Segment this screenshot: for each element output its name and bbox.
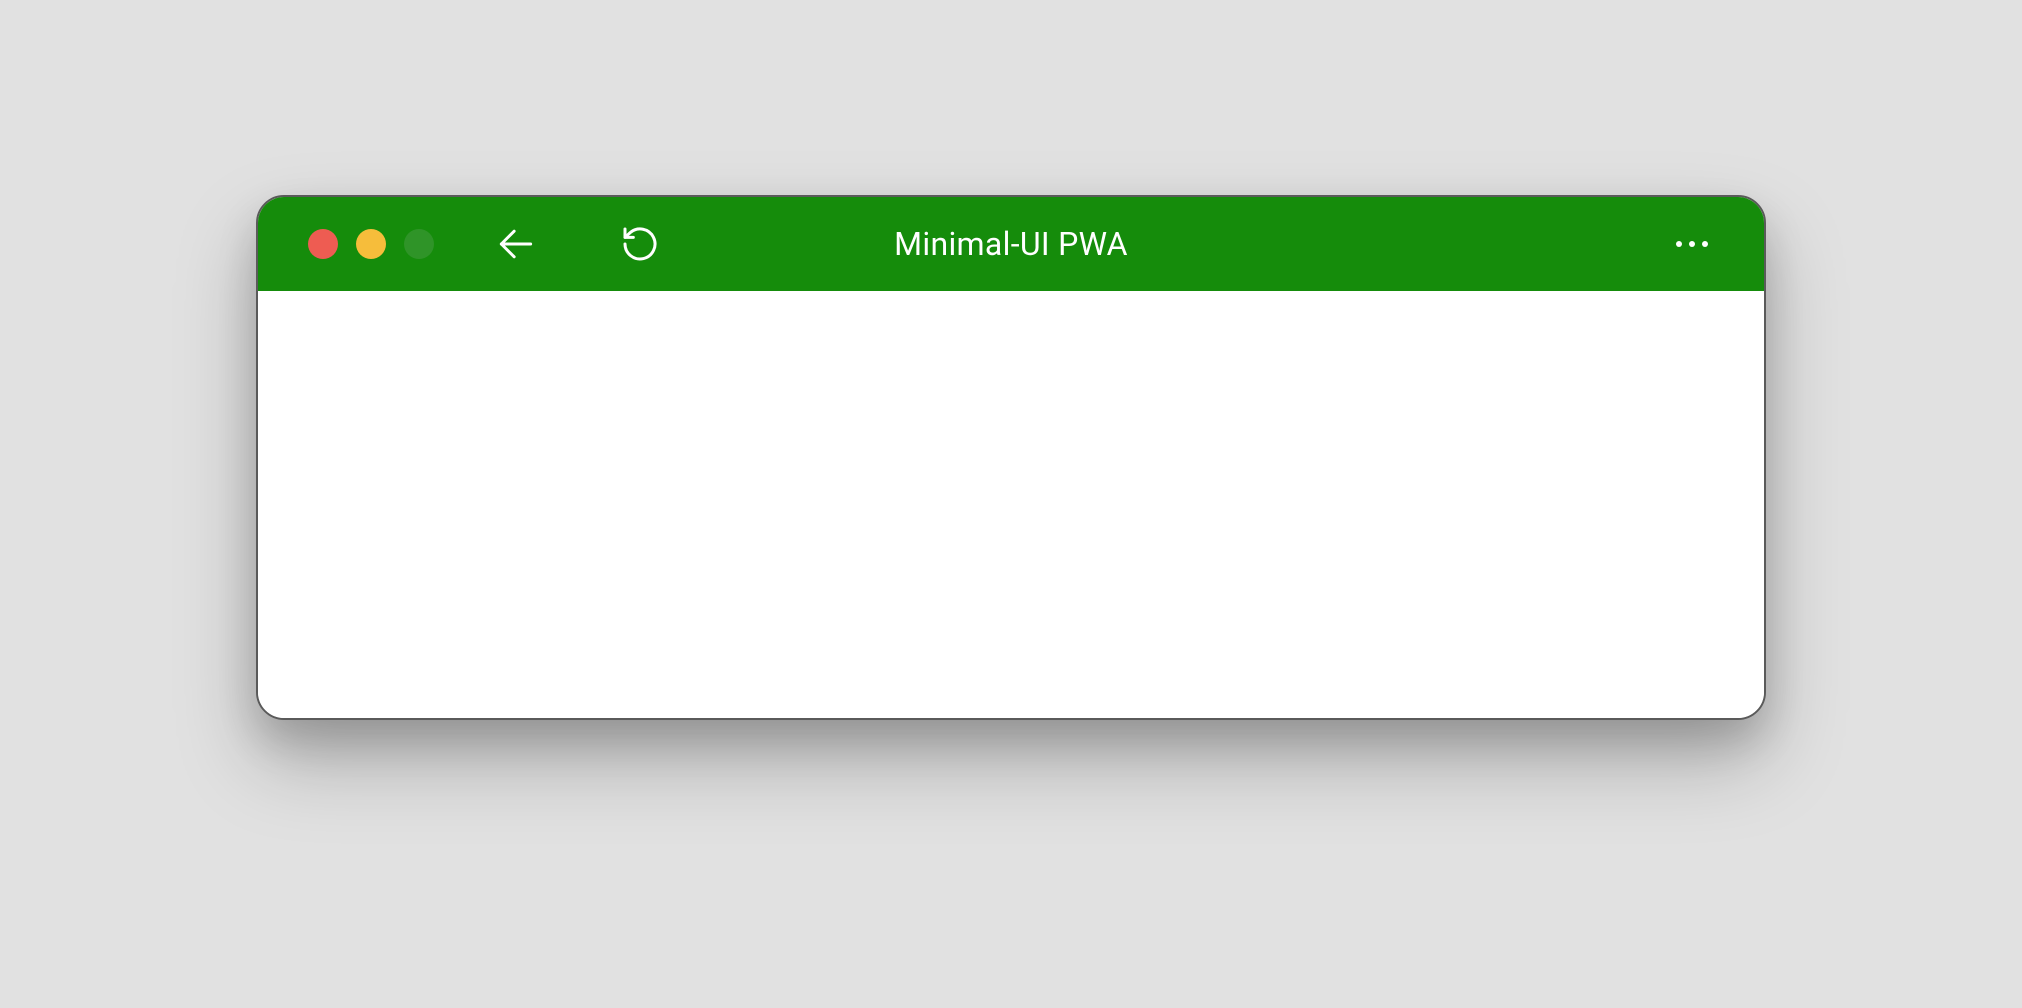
zoom-button[interactable] xyxy=(404,229,434,259)
reload-icon xyxy=(620,224,660,264)
arrow-left-icon xyxy=(494,222,538,266)
app-window: Minimal-UI PWA xyxy=(256,195,1766,720)
menu-button[interactable] xyxy=(1670,222,1714,266)
back-button[interactable] xyxy=(494,222,538,266)
minimize-button[interactable] xyxy=(356,229,386,259)
window-controls xyxy=(308,229,434,259)
more-icon xyxy=(1676,241,1708,247)
close-button[interactable] xyxy=(308,229,338,259)
reload-button[interactable] xyxy=(618,222,662,266)
titlebar: Minimal-UI PWA xyxy=(258,197,1764,291)
window-title: Minimal-UI PWA xyxy=(894,225,1128,263)
nav-controls xyxy=(494,222,662,266)
content-area xyxy=(258,291,1764,718)
